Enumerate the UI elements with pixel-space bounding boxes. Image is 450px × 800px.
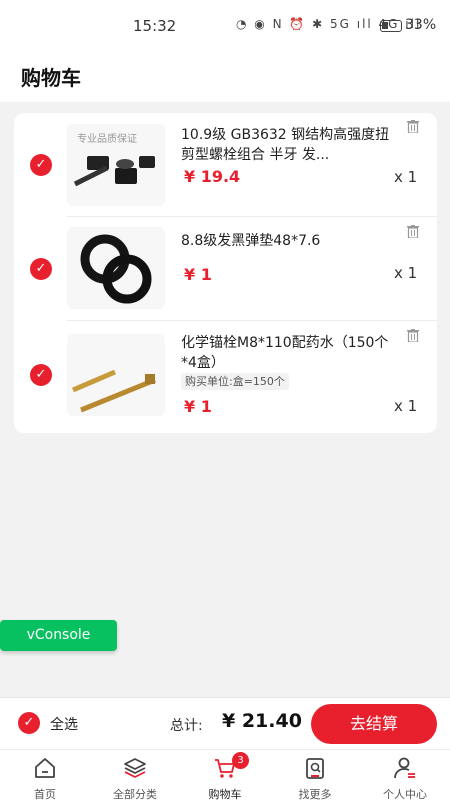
- page-title: 购物车: [21, 66, 81, 90]
- tab-home[interactable]: 首页: [0, 750, 90, 800]
- search-more-icon: [306, 758, 324, 779]
- battery-percent: 33%: [405, 17, 437, 33]
- page-header: 购物车: [0, 52, 450, 102]
- tab-label: 个人中心: [383, 788, 427, 800]
- product-name[interactable]: 8.8级发黑弹垫48*7.6: [181, 231, 396, 251]
- trash-icon[interactable]: [407, 329, 419, 342]
- cart-item[interactable]: ✓ 专业品质保证 10.9级 GB3632 钢结构高强度扭剪型螺栓组合 半牙 发…: [14, 113, 437, 217]
- product-quantity[interactable]: x 1: [394, 397, 417, 415]
- spring-washer-image: [67, 227, 165, 309]
- bottom-tab-bar: 首页 全部分类 3 购物车 找更多 个人中心: [0, 749, 450, 800]
- select-all-label[interactable]: 全选: [50, 714, 78, 734]
- svg-text:专业品质保证: 专业品质保证: [77, 132, 137, 145]
- tab-find-more[interactable]: 找更多: [270, 750, 360, 800]
- anchor-bolt-image: [67, 334, 165, 416]
- tab-categories[interactable]: 全部分类: [90, 750, 180, 800]
- cart-list: ✓ 专业品质保证 10.9级 GB3632 钢结构高强度扭剪型螺栓组合 半牙 发…: [14, 113, 437, 433]
- cart-item[interactable]: ✓ 8.8级发黑弹垫48*7.6 ¥ 1 x 1: [14, 217, 437, 321]
- product-price: ¥ 1: [184, 397, 212, 416]
- product-thumbnail[interactable]: 专业品质保证: [67, 124, 165, 206]
- bolt-set-image: 专业品质保证: [67, 124, 165, 206]
- user-icon: [394, 757, 415, 779]
- status-bar: 15:32 ◔ ◉ N ⏰ ✱ 5G ıll 4G ıll 33%: [0, 0, 450, 52]
- layers-icon: [124, 758, 146, 778]
- product-name[interactable]: 10.9级 GB3632 钢结构高强度扭剪型螺栓组合 半牙 发...: [181, 125, 396, 165]
- product-name[interactable]: 化学锚栓M8*110配药水（150个*4盒）: [181, 333, 396, 373]
- checkout-button[interactable]: 去结算: [311, 704, 437, 744]
- tab-label: 全部分类: [113, 788, 157, 800]
- vconsole-button[interactable]: vConsole: [0, 620, 117, 651]
- checkout-bar: ✓ 全选 总计: ¥ 21.40 去结算: [0, 697, 450, 749]
- item-checkbox[interactable]: ✓: [30, 154, 52, 176]
- cart-item[interactable]: ✓ 化学锚栓M8*110配药水（150个*4盒） 购买单位:盒=150个 ¥ 1…: [14, 321, 437, 433]
- tab-label: 首页: [34, 788, 56, 800]
- tab-cart[interactable]: 3 购物车: [180, 750, 270, 800]
- item-checkbox[interactable]: ✓: [30, 258, 52, 280]
- product-price: ¥ 19.4: [184, 167, 241, 186]
- trash-icon[interactable]: [407, 225, 419, 238]
- tab-label: 购物车: [208, 788, 242, 800]
- product-price: ¥ 1: [184, 265, 212, 284]
- tab-profile[interactable]: 个人中心: [360, 750, 450, 800]
- product-quantity[interactable]: x 1: [394, 168, 417, 186]
- total-amount: ¥ 21.40: [222, 710, 302, 732]
- home-icon: [35, 758, 55, 778]
- item-checkbox[interactable]: ✓: [30, 364, 52, 386]
- total-label: 总计:: [170, 718, 203, 734]
- trash-icon[interactable]: [407, 120, 419, 133]
- battery-icon: [380, 20, 402, 32]
- unit-tag: 购买单位:盒=150个: [181, 373, 289, 390]
- tab-label: 找更多: [298, 788, 332, 800]
- product-quantity[interactable]: x 1: [394, 264, 417, 282]
- cart-count-badge: 3: [232, 752, 249, 769]
- product-thumbnail[interactable]: [67, 334, 165, 416]
- status-time: 15:32: [133, 17, 177, 35]
- select-all-checkbox[interactable]: ✓: [18, 712, 40, 734]
- product-thumbnail[interactable]: [67, 227, 165, 309]
